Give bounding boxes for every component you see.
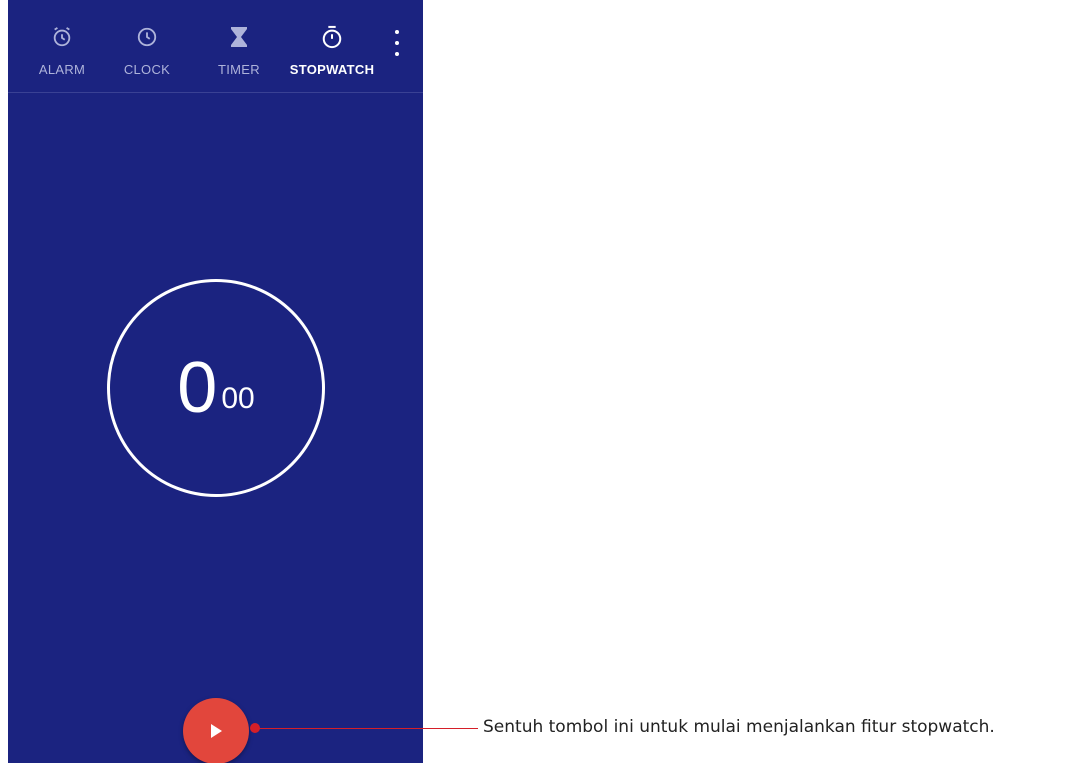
tab-alarm[interactable]: ALARM	[30, 0, 94, 92]
tab-alarm-label: ALARM	[38, 62, 86, 77]
tab-clock[interactable]: CLOCK	[115, 0, 179, 92]
tab-clock-label: CLOCK	[123, 62, 171, 77]
clock-app-screen: ALARM CLOCK TIMER STOPWATCH 0 00	[8, 0, 423, 763]
stopwatch-dial: 0 00	[107, 279, 325, 497]
stopwatch-icon	[321, 24, 343, 50]
callout-pointer-line	[255, 728, 478, 729]
hourglass-icon	[229, 24, 249, 50]
callout-text: Sentuh tombol ini untuk mulai menjalanka…	[483, 717, 995, 737]
play-icon	[211, 724, 222, 738]
more-vert-icon[interactable]	[386, 30, 408, 56]
tab-stopwatch[interactable]: STOPWATCH	[286, 0, 378, 92]
tab-bar: ALARM CLOCK TIMER STOPWATCH	[8, 0, 423, 93]
tab-stopwatch-label: STOPWATCH	[289, 62, 375, 77]
tab-timer-label: TIMER	[218, 62, 260, 77]
alarm-icon	[51, 24, 73, 50]
tab-timer[interactable]: TIMER	[207, 0, 271, 92]
start-button[interactable]	[183, 698, 249, 763]
stopwatch-hundredths: 00	[221, 382, 255, 415]
stopwatch-seconds: 0	[177, 348, 218, 428]
clock-icon	[136, 24, 158, 50]
stopwatch-time: 0 00	[110, 282, 322, 494]
